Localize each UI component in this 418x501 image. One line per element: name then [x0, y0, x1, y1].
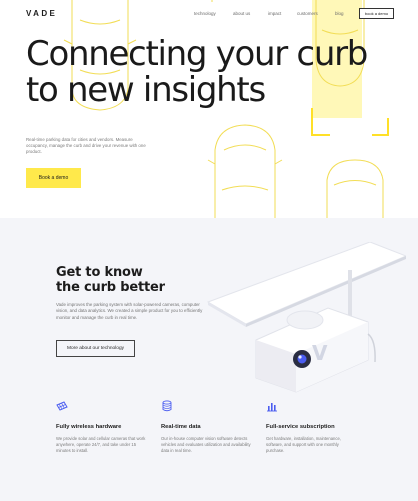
- book-demo-button[interactable]: Book a demo: [26, 168, 81, 188]
- feature-title: Full-service subscription: [266, 424, 335, 430]
- nav-link-customers[interactable]: customers: [297, 11, 318, 16]
- hero-title-line-1: Connecting your curb: [26, 34, 368, 74]
- database-icon: [162, 400, 172, 412]
- feature-description: Our in-house computer vision software de…: [161, 436, 251, 453]
- solar-camera-device-image: V: [206, 242, 406, 393]
- bar-chart-icon: [267, 403, 277, 412]
- feature-title: Real-time data: [161, 424, 201, 430]
- product-section: Get to know the curb better Vade improve…: [0, 218, 418, 501]
- hero-title: Connecting your curb to new insights: [26, 36, 406, 108]
- solar-panel-icon: [56, 401, 68, 411]
- feature-card: Fully wireless hardware We provide solar…: [56, 400, 148, 454]
- nav-link-technology[interactable]: technology: [194, 11, 216, 16]
- nav-link-blog[interactable]: blog: [335, 11, 344, 16]
- hero-section: VADE technology about us impact customer…: [0, 0, 418, 218]
- hero-title-line-2: to new insights: [26, 70, 266, 110]
- product-title: Get to know the curb better: [56, 265, 165, 295]
- product-description: Vade improves the parking system with so…: [56, 302, 203, 320]
- nav-link-impact[interactable]: impact: [268, 11, 281, 16]
- book-demo-nav-button[interactable]: book a demo: [359, 8, 394, 19]
- brand-logo[interactable]: VADE: [26, 9, 57, 18]
- product-title-line-1: Get to know: [56, 265, 143, 280]
- feature-description: We provide solar and cellular cameras th…: [56, 436, 146, 453]
- hero-description: Real-time parking data for cities and ve…: [26, 137, 146, 154]
- product-title-line-2: the curb better: [56, 280, 165, 295]
- svg-text:V: V: [312, 341, 328, 365]
- feature-card: Real-time data Our in-house computer vis…: [161, 400, 253, 454]
- feature-card: Full-service subscription Get hardware, …: [266, 400, 358, 454]
- feature-title: Fully wireless hardware: [56, 424, 122, 430]
- more-about-technology-button[interactable]: More about our technology: [56, 340, 135, 357]
- nav-link-about-us[interactable]: about us: [233, 11, 250, 16]
- feature-description: Get hardware, installation, maintenance,…: [266, 436, 341, 453]
